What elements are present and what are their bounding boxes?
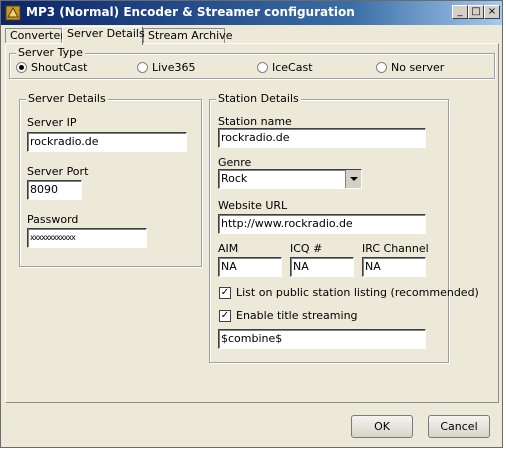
station-details-legend: Station Details — [216, 92, 301, 105]
maximize-button[interactable]: □ — [468, 5, 484, 19]
irc-channel-input[interactable]: NA — [362, 257, 426, 277]
close-button[interactable]: × — [484, 5, 500, 19]
radio-live365[interactable]: Live365 — [137, 61, 195, 74]
icq-input[interactable]: NA — [290, 257, 354, 277]
radio-shoutcast-indicator[interactable] — [16, 62, 27, 73]
icq-label: ICQ # — [290, 242, 323, 255]
server-ip-input[interactable]: rockradio.de — [27, 132, 187, 152]
ok-button[interactable]: OK — [351, 415, 413, 438]
radio-no-server-indicator[interactable] — [376, 62, 387, 73]
radio-no-server[interactable]: No server — [376, 61, 444, 74]
title-streaming-checkbox[interactable]: ✓ Enable title streaming — [219, 309, 358, 322]
server-ip-label: Server IP — [27, 116, 77, 129]
title-bar[interactable]: MP3 (Normal) Encoder & Streamer configur… — [1, 1, 502, 25]
irc-channel-label: IRC Channel — [362, 242, 429, 255]
tab-stream-archive[interactable]: Stream Archive — [143, 28, 232, 44]
window-title: MP3 (Normal) Encoder & Streamer configur… — [26, 5, 355, 19]
radio-live365-label: Live365 — [152, 61, 196, 74]
list-public-check-icon[interactable]: ✓ — [219, 286, 231, 299]
aim-label: AIM — [218, 242, 239, 255]
title-streaming-check-icon[interactable]: ✓ — [219, 309, 231, 322]
genre-value: Rock — [221, 172, 248, 185]
title-streaming-label: Enable title streaming — [236, 309, 358, 322]
genre-select[interactable]: Rock — [218, 169, 362, 189]
website-url-label: Website URL — [218, 199, 288, 212]
server-port-input[interactable]: 8090 — [27, 180, 82, 200]
tab-converter[interactable]: Converter — [5, 28, 65, 44]
genre-label: Genre — [218, 156, 252, 169]
app-icon — [5, 5, 21, 21]
server-type-legend: Server Type — [16, 46, 85, 59]
radio-no-server-label: No server — [391, 61, 445, 74]
list-public-label: List on public station listing (recommen… — [236, 286, 479, 299]
radio-icecast-indicator[interactable] — [257, 62, 268, 73]
minimize-button[interactable]: _ — [452, 5, 468, 19]
chevron-down-icon[interactable] — [345, 170, 361, 188]
title-format-input[interactable]: $combine$ — [218, 329, 426, 349]
station-name-label: Station name — [218, 115, 292, 128]
server-port-label: Server Port — [27, 165, 89, 178]
tab-server-details[interactable]: Server Details — [62, 26, 145, 45]
station-name-input[interactable]: rockradio.de — [218, 128, 426, 148]
radio-icecast-label: IceCast — [272, 61, 313, 74]
radio-live365-indicator[interactable] — [137, 62, 148, 73]
aim-input[interactable]: NA — [218, 257, 282, 277]
radio-shoutcast[interactable]: ShoutCast — [16, 61, 87, 74]
password-label: Password — [27, 213, 79, 226]
list-public-checkbox[interactable]: ✓ List on public station listing (recomm… — [219, 286, 479, 299]
server-details-legend: Server Details — [26, 92, 108, 105]
radio-icecast[interactable]: IceCast — [257, 61, 313, 74]
config-window: MP3 (Normal) Encoder & Streamer configur… — [0, 0, 503, 448]
password-input[interactable]: xxxxxxxxxxxx — [27, 228, 147, 248]
website-url-input[interactable]: http://www.rockradio.de — [218, 214, 426, 234]
radio-shoutcast-label: ShoutCast — [31, 61, 88, 74]
cancel-button[interactable]: Cancel — [428, 415, 490, 438]
